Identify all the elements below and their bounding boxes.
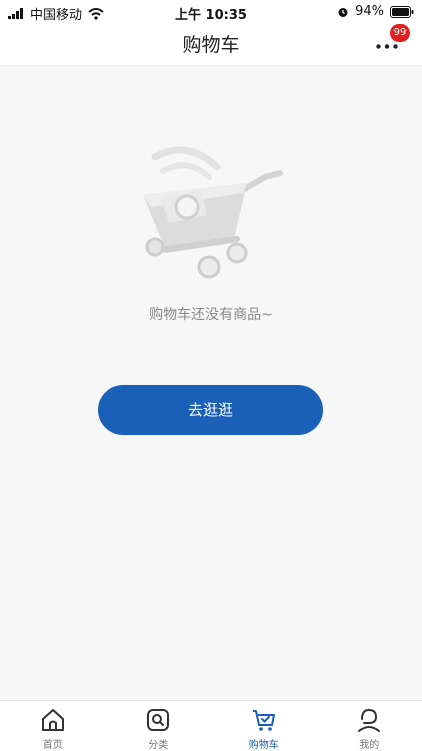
tab-profile-label: 我的 <box>317 736 422 751</box>
alarm-icon <box>337 6 349 18</box>
empty-cart-message: 购物车还没有商品~ <box>0 304 422 324</box>
go-shopping-button[interactable]: 去逛逛 <box>98 385 323 435</box>
tab-category[interactable]: 分类 <box>106 701 212 751</box>
cart-icon <box>251 707 277 733</box>
category-search-icon <box>145 707 171 733</box>
tab-category-label: 分类 <box>106 736 212 751</box>
home-icon <box>40 707 66 733</box>
navigation-bar: 购物车 99 <box>0 24 422 66</box>
tab-bar: 首页 分类 购物车 我的 <box>0 700 422 751</box>
tab-home[interactable]: 首页 <box>0 701 106 751</box>
status-bar: 中国移动 上午 10:35 94% <box>0 0 422 24</box>
tab-cart-label: 购物车 <box>211 736 317 751</box>
notification-badge: 99 <box>390 24 410 42</box>
page-title: 购物车 <box>0 30 422 57</box>
more-dots-icon <box>376 44 398 49</box>
empty-cart-icon <box>125 135 295 285</box>
battery-percent: 94% <box>355 4 384 19</box>
profile-icon <box>356 707 382 733</box>
battery-icon <box>390 6 414 18</box>
tab-home-label: 首页 <box>0 736 106 751</box>
more-button[interactable]: 99 <box>376 38 402 54</box>
tab-cart[interactable]: 购物车 <box>211 701 317 751</box>
status-right: 94% <box>337 4 414 19</box>
tab-profile[interactable]: 我的 <box>317 701 422 751</box>
